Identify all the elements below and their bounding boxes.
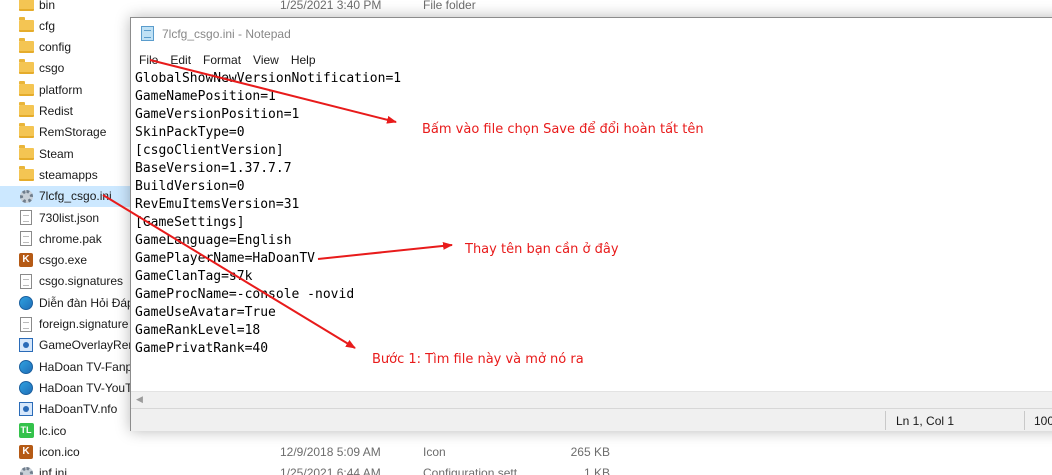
folder-icon [18,38,34,55]
file-size: 1 KB [583,466,610,475]
file-name: config [39,40,72,55]
file-type: Icon [423,444,446,459]
text-line[interactable]: GameClanTag=s7k [135,268,401,286]
edge-shortcut-icon [18,295,34,311]
annotation-step1-hint: Bước 1: Tìm file này và mở nó ra [372,352,584,367]
text-line[interactable]: GlobalShowNewVersionNotification=1 [135,70,401,88]
scroll-left-icon[interactable]: ◀ [136,394,143,405]
file-size: 265 KB [570,444,610,459]
file-name: Steam [39,146,74,161]
text-line[interactable]: GameRankLevel=18 [135,322,401,340]
file-name: icon.ico [39,444,80,459]
file-name: platform [39,82,83,97]
folder-icon [18,59,34,76]
menu-help[interactable]: Help [285,50,322,70]
text-line[interactable]: [csgoClientVersion] [135,142,401,160]
notepad-window: 7lcfg_csgo.ini - Notepad File Edit Forma… [130,17,1052,431]
text-line[interactable]: GameNamePosition=1 [135,88,401,106]
file-name: GameOverlayRen [39,338,136,353]
text-line[interactable]: BaseVersion=1.37.7.7 [135,160,401,178]
menu-view[interactable]: View [247,50,285,70]
edge-shortcut-icon [18,359,34,375]
application-icon [18,401,34,417]
text-line[interactable]: [GameSettings] [135,214,401,232]
notepad-titlebar[interactable]: 7lcfg_csgo.ini - Notepad [131,18,1052,49]
folder-icon [18,165,34,183]
file-date: 1/25/2021 3:40 PM [280,0,382,12]
cursor-position: Ln 1, Col 1 [896,414,955,428]
file-name: RemStorage [39,125,107,140]
document-icon [18,316,34,332]
document-icon [18,210,34,226]
csgo-exe-icon: K [18,252,34,268]
folder-icon [18,102,34,119]
annotation-save-hint: Bấm vào file chọn Save để đổi hoàn tất t… [422,122,704,137]
status-divider [885,411,886,430]
document-icon [18,273,34,289]
text-line[interactable]: GamePlayerName=HaDoanTV [135,250,401,268]
menu-bar: File Edit Format View Help [131,49,1052,71]
file-name: lc.ico [39,423,67,438]
file-date: 1/25/2021 6:44 AM [280,466,381,475]
menu-edit[interactable]: Edit [164,50,197,70]
folder-icon [18,80,34,98]
file-name: HaDoanTV.nfo [39,402,118,417]
window-title: 7lcfg_csgo.ini - Notepad [162,27,291,41]
editor-content[interactable]: GlobalShowNewVersionNotification=1 GameNa… [135,70,401,358]
zoom-level: 100% [1034,414,1052,428]
edge-shortcut-icon [18,380,34,396]
folder-icon [18,144,34,162]
horizontal-scrollbar[interactable]: ◀ [131,391,1052,408]
folder-icon [18,16,34,34]
folder-icon [18,0,34,13]
file-name: csgo.signatures [39,274,124,289]
file-name: csgo.exe [39,253,88,268]
file-name: Redist [39,104,74,118]
config-gear-icon [18,465,34,475]
file-name: csgo [39,61,65,76]
file-name: inf.ini [39,466,68,475]
text-editor[interactable]: GlobalShowNewVersionNotification=1 GameNa… [131,71,1052,392]
file-type: Configuration sett... [423,466,528,475]
file-name: HaDoan TV-YouTu [39,380,139,395]
text-line[interactable]: GamePrivatRank=40 [135,340,401,358]
file-name: chrome.pak [39,231,102,246]
file-type: File folder [423,0,476,12]
file-name: 730list.json [39,210,100,225]
text-line[interactable]: RevEmuItemsVersion=31 [135,196,401,214]
folder-icon [18,123,34,140]
file-name: cfg [39,18,56,33]
config-gear-icon [18,188,34,204]
text-line[interactable]: GameLanguage=English [135,232,401,250]
file-row[interactable]: bin 1/25/2021 3:40 PM File folder [0,0,1052,15]
notepad-icon [141,26,154,41]
file-row[interactable]: inf.ini 1/25/2021 6:44 AM Configuration se… [0,463,1052,475]
file-name: foreign.signature [39,317,129,331]
annotation-rename-hint: Thay tên bạn cần ở đây [465,242,619,257]
menu-format[interactable]: Format [197,50,247,70]
file-name: HaDoan TV-Fanpa [39,359,139,374]
text-line[interactable]: SkinPackType=0 [135,124,401,142]
file-name: steamapps [39,167,98,182]
file-name: bin [39,0,56,12]
file-date: 12/9/2018 5:09 AM [280,444,381,459]
status-divider [1024,411,1025,430]
menu-file[interactable]: File [133,50,164,70]
text-line[interactable]: GameVersionPosition=1 [135,106,401,124]
text-line[interactable]: BuildVersion=0 [135,178,401,196]
status-bar: Ln 1, Col 1 100% [131,408,1052,431]
file-name: Diễn đàn Hỏi Đáp [39,295,134,310]
text-line[interactable]: GameProcName=-console -novid [135,286,401,304]
file-name: 7lcfg_csgo.ini [39,189,112,204]
tl-ico-icon: TL [18,423,34,439]
csgo-exe-icon: K [18,444,34,460]
file-row[interactable]: Kicon.ico 12/9/2018 5:09 AM Icon 265 KB [0,441,1052,462]
application-icon [18,337,34,353]
text-line[interactable]: GameUseAvatar=True [135,304,401,322]
document-icon [18,231,34,247]
